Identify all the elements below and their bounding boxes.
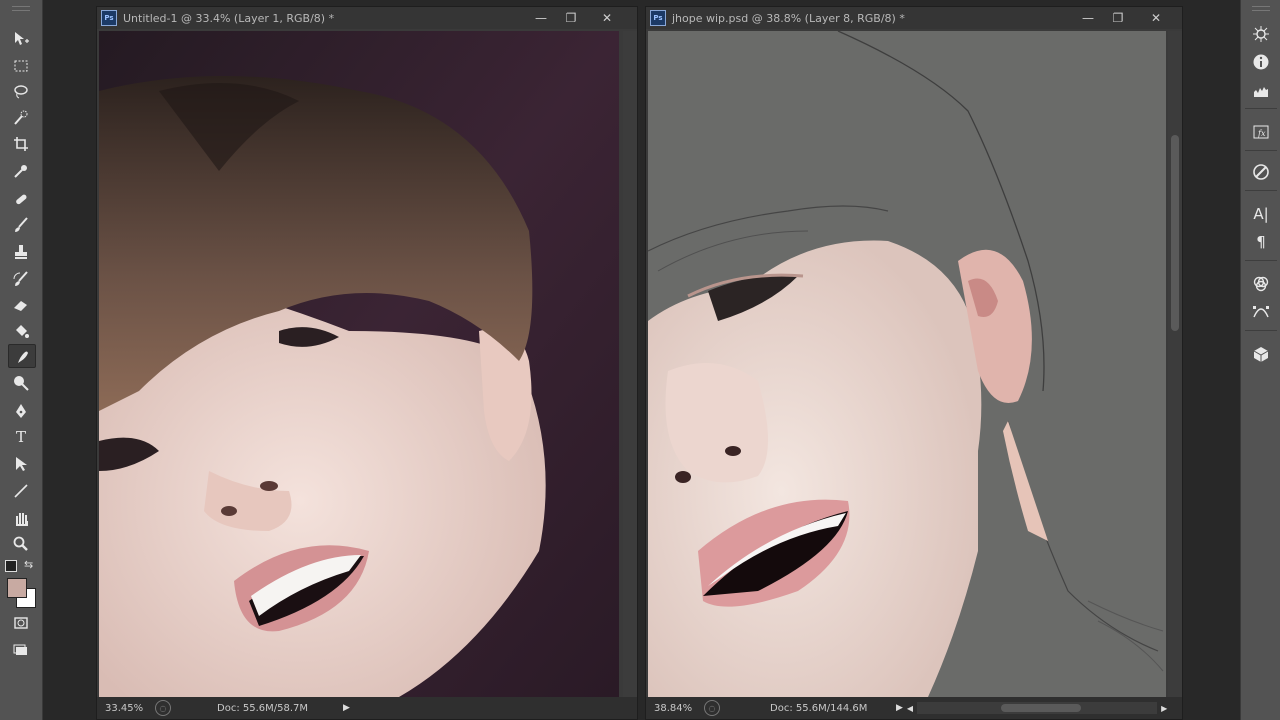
- horizontal-scroll-thumb[interactable]: [1001, 704, 1082, 712]
- minimize-button[interactable]: —: [1076, 9, 1100, 27]
- history-brush-icon[interactable]: [8, 268, 34, 290]
- swap-colors-icon[interactable]: ⇆: [24, 558, 33, 571]
- document-window-reference: Ps Untitled-1 @ 33.4% (Layer 1, RGB/8) *…: [96, 6, 638, 720]
- scroll-right-arrow-icon[interactable]: ▶: [1161, 704, 1167, 713]
- screen-mode-icon[interactable]: [8, 639, 34, 661]
- tools-panel: T ⇆: [0, 0, 43, 720]
- scroll-left-arrow-icon[interactable]: ◀: [907, 704, 913, 713]
- panel-separator: [1245, 260, 1277, 261]
- close-button[interactable]: ✕: [595, 9, 619, 27]
- hand-tool-icon[interactable]: [8, 507, 34, 529]
- navigator-icon[interactable]: [1248, 22, 1274, 46]
- eyedropper-tool-icon[interactable]: [8, 160, 34, 182]
- panel-separator: [1245, 330, 1277, 331]
- paragraph-icon[interactable]: ¶: [1248, 230, 1274, 254]
- default-colors-icon[interactable]: [5, 560, 17, 572]
- painting-canvas[interactable]: [648, 31, 1166, 697]
- brush-tool-icon[interactable]: [8, 214, 34, 236]
- styles-icon[interactable]: fx: [1248, 120, 1274, 144]
- vertical-scroll-thumb[interactable]: [1171, 135, 1179, 331]
- foreground-color-swatch[interactable]: [7, 578, 27, 598]
- path-select-icon[interactable]: [8, 453, 34, 475]
- line-tool-icon[interactable]: [8, 480, 34, 502]
- type-tool-icon[interactable]: T: [8, 426, 34, 448]
- window-title: jhope wip.psd @ 38.8% (Layer 8, RGB/8) *: [672, 11, 905, 25]
- panel-grip[interactable]: [12, 6, 30, 11]
- status-bar: 33.45% ◌ Doc: 55.6M/58.7M ▶: [97, 697, 637, 719]
- minimize-button[interactable]: —: [529, 9, 553, 27]
- zoom-level[interactable]: 38.84%: [646, 703, 700, 714]
- quick-select-tool-icon[interactable]: [8, 107, 34, 129]
- window-titlebar[interactable]: Ps Untitled-1 @ 33.4% (Layer 1, RGB/8) *…: [97, 7, 637, 29]
- smudge-tool-icon[interactable]: [8, 344, 36, 368]
- type-tool-glyph: T: [15, 428, 26, 446]
- panel-separator: [1245, 108, 1277, 109]
- status-menu-arrow-icon[interactable]: ▶: [343, 703, 350, 713]
- channels-icon[interactable]: [1248, 272, 1274, 296]
- panel-dock: fx A| ¶: [1240, 0, 1280, 720]
- window-titlebar[interactable]: Ps jhope wip.psd @ 38.8% (Layer 8, RGB/8…: [646, 7, 1182, 29]
- ps-logo-icon: Ps: [101, 10, 117, 26]
- healing-brush-icon[interactable]: [8, 188, 34, 210]
- zoom-level[interactable]: 33.45%: [97, 703, 151, 714]
- lasso-tool-icon[interactable]: [8, 81, 34, 103]
- quick-mask-icon[interactable]: [8, 612, 34, 634]
- move-tool-icon[interactable]: [8, 28, 34, 50]
- marquee-tool-icon[interactable]: [8, 55, 34, 77]
- eraser-tool-icon[interactable]: [8, 294, 34, 316]
- panel-grip[interactable]: [1252, 6, 1270, 11]
- doc-size: Doc: 55.6M/58.7M: [217, 702, 309, 714]
- paint-bucket-icon[interactable]: [8, 320, 34, 342]
- close-button[interactable]: ✕: [1144, 9, 1168, 27]
- crop-tool-icon[interactable]: [8, 133, 34, 155]
- doc-size: Doc: 55.6M/144.6M: [770, 702, 868, 714]
- horizontal-scrollbar[interactable]: [917, 702, 1158, 714]
- panel-separator: [1245, 150, 1277, 151]
- status-menu-arrow-icon[interactable]: ▶: [896, 703, 903, 713]
- ps-logo-icon: Ps: [650, 10, 666, 26]
- vertical-scrollbar[interactable]: [1168, 31, 1182, 697]
- zoom-tool-icon[interactable]: [8, 533, 34, 555]
- svg-text:fx: fx: [1257, 129, 1266, 138]
- pen-tool-icon[interactable]: [8, 400, 34, 422]
- adjustments-icon[interactable]: [1248, 160, 1274, 184]
- status-info-icon[interactable]: ◌: [704, 700, 720, 716]
- restore-button[interactable]: ❐: [1106, 9, 1130, 27]
- dodge-tool-icon[interactable]: [8, 372, 34, 394]
- histogram-icon[interactable]: [1248, 79, 1274, 103]
- vertical-scrollbar[interactable]: [623, 31, 637, 697]
- panel-separator: [1245, 190, 1277, 191]
- clone-stamp-icon[interactable]: [8, 241, 34, 263]
- document-window-painting: Ps jhope wip.psd @ 38.8% (Layer 8, RGB/8…: [645, 6, 1183, 720]
- paths-icon[interactable]: [1248, 300, 1274, 324]
- status-bar: 38.84% ◌ Doc: 55.6M/144.6M ▶ ◀ ▶: [646, 697, 1182, 719]
- restore-button[interactable]: ❐: [559, 9, 583, 27]
- character-icon[interactable]: A|: [1248, 202, 1274, 226]
- 3d-icon[interactable]: [1248, 342, 1274, 366]
- window-title: Untitled-1 @ 33.4% (Layer 1, RGB/8) *: [123, 11, 335, 25]
- status-info-icon[interactable]: ◌: [155, 700, 171, 716]
- reference-photo-canvas[interactable]: [99, 31, 619, 697]
- info-icon[interactable]: [1248, 50, 1274, 74]
